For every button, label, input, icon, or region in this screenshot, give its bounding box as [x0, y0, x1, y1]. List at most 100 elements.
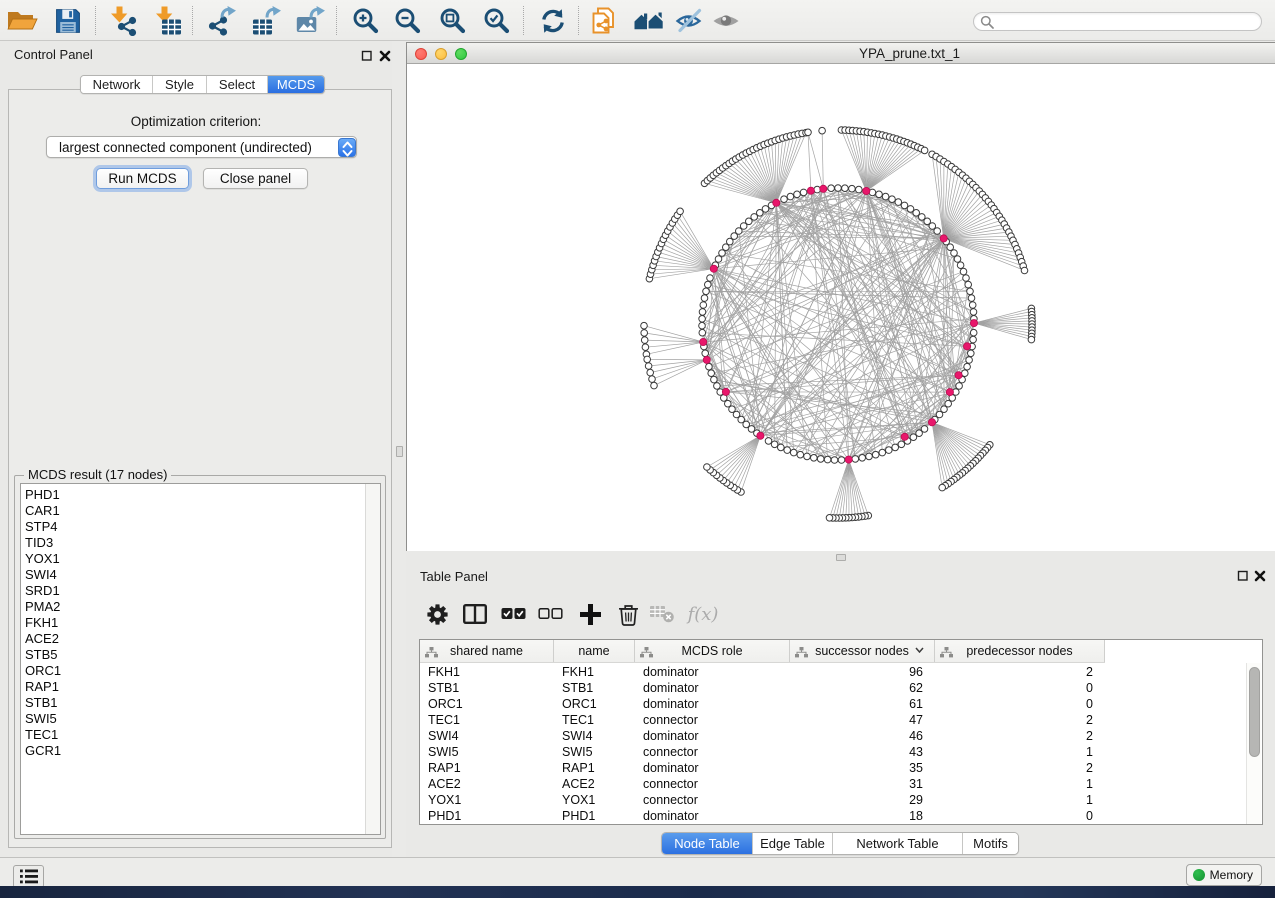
column-header-shared-name[interactable]: shared name [420, 640, 554, 662]
task-history-button[interactable] [13, 865, 44, 888]
zoom-selected-icon [482, 6, 512, 36]
network-view-window: YPA_prune.txt_1 [406, 42, 1275, 551]
deselect-all-rows-button[interactable] [533, 593, 567, 635]
sort-descending-icon [915, 647, 924, 653]
table-row[interactable]: ACE2ACE2connector311 [420, 776, 1262, 792]
mcds-result-node[interactable]: RAP1 [21, 679, 380, 695]
mcds-result-node[interactable]: FKH1 [21, 615, 380, 631]
mcds-result-node[interactable]: TEC1 [21, 727, 380, 743]
control-tab-select[interactable]: Select [207, 76, 268, 93]
table-row[interactable]: PHD1PHD1dominator180 [420, 808, 1262, 824]
import-network-button[interactable] [104, 3, 140, 38]
export-network-button[interactable] [204, 3, 240, 38]
mcds-result-node[interactable]: TID3 [21, 535, 380, 551]
select-all-rows-button[interactable] [496, 593, 530, 635]
table-scrollbar[interactable] [1249, 667, 1260, 757]
mcds-result-node[interactable]: SRD1 [21, 583, 380, 599]
table-row[interactable]: FKH1FKH1dominator962 [420, 664, 1262, 680]
main-toolbar [0, 0, 1275, 41]
toolbar-separator [336, 6, 337, 35]
table-cell: dominator [643, 665, 699, 679]
export-image-button[interactable] [293, 3, 329, 38]
table-cell: 1 [935, 777, 1093, 791]
toolbar-separator [95, 6, 96, 35]
mcds-result-list[interactable]: PHD1CAR1STP4TID3YOX1SWI4SRD1PMA2FKH1ACE2… [20, 483, 381, 835]
column-header-name[interactable]: name [554, 640, 635, 662]
table-cell: 1 [935, 745, 1093, 759]
network-canvas[interactable] [407, 64, 1275, 551]
table-tabs: Node TableEdge TableNetwork TableMotifs [661, 832, 1019, 855]
search-input[interactable] [998, 14, 1261, 29]
mcds-result-node[interactable]: CAR1 [21, 503, 380, 519]
control-panel-title: Control Panel [14, 47, 93, 62]
mcds-result-node[interactable]: ACE2 [21, 631, 380, 647]
table-row[interactable]: TEC1TEC1connector472 [420, 712, 1262, 728]
table-row[interactable]: STB1STB1dominator620 [420, 680, 1262, 696]
control-tab-network[interactable]: Network [81, 76, 153, 93]
save-session-button[interactable] [50, 3, 86, 38]
mcds-result-node[interactable]: ORC1 [21, 663, 380, 679]
create-column-button[interactable] [573, 593, 607, 635]
float-icon[interactable] [1237, 569, 1249, 581]
open-folder-icon [6, 7, 38, 35]
mcds-result-node[interactable]: PMA2 [21, 599, 380, 615]
mcds-result-node[interactable]: PHD1 [21, 487, 380, 503]
run-mcds-button[interactable]: Run MCDS [96, 168, 189, 189]
open-file-button[interactable] [4, 3, 40, 38]
splitter-handle[interactable] [396, 446, 403, 457]
control-tab-style[interactable]: Style [153, 76, 207, 93]
new-network-from-selection-button[interactable] [586, 3, 622, 38]
table-row[interactable]: SWI5SWI5connector431 [420, 744, 1262, 760]
mcds-result-node[interactable]: STB1 [21, 695, 380, 711]
column-header-successor-nodes[interactable]: successor nodes [790, 640, 935, 662]
zoom-fit-button[interactable] [435, 3, 471, 38]
network-window-title: YPA_prune.txt_1 [407, 46, 1275, 61]
mcds-result-node[interactable]: STB5 [21, 647, 380, 663]
mcds-result-node[interactable]: SWI5 [21, 711, 380, 727]
horizontal-splitter[interactable] [406, 551, 1275, 563]
table-tab-network-table[interactable]: Network Table [833, 833, 963, 854]
memory-status-icon [1193, 869, 1205, 881]
zoom-out-button[interactable] [390, 3, 426, 38]
table-settings-button[interactable] [420, 593, 454, 635]
zoom-in-button[interactable] [348, 3, 384, 38]
plus-icon [580, 604, 601, 625]
column-header-predecessor-nodes[interactable]: predecessor nodes [935, 640, 1105, 662]
zoom-fit-icon [438, 6, 468, 36]
zoom-selected-button[interactable] [479, 3, 515, 38]
vertical-splitter[interactable] [392, 41, 406, 857]
optimization-criterion-select[interactable]: largest connected component (undirected) [46, 136, 357, 158]
mcds-result-node[interactable]: SWI4 [21, 567, 380, 583]
mcds-result-node[interactable]: STP4 [21, 519, 380, 535]
table-row[interactable]: SWI4SWI4dominator462 [420, 728, 1262, 744]
memory-button[interactable]: Memory [1186, 864, 1262, 886]
table-tab-edge-table[interactable]: Edge Table [753, 833, 833, 854]
search-field[interactable] [973, 12, 1262, 31]
table-row[interactable]: ORC1ORC1dominator610 [420, 696, 1262, 712]
float-icon[interactable] [361, 49, 373, 61]
delete-columns-button[interactable] [611, 593, 645, 635]
network-window-titlebar[interactable]: YPA_prune.txt_1 [407, 43, 1275, 64]
table-row[interactable]: RAP1RAP1dominator352 [420, 760, 1262, 776]
memory-label: Memory [1210, 868, 1253, 882]
split-table-button[interactable] [458, 593, 492, 635]
node-table: shared namenameMCDS rolesuccessor nodesp… [419, 639, 1263, 825]
hide-selected-button[interactable] [672, 3, 708, 38]
control-tab-mcds[interactable]: MCDS [268, 76, 324, 93]
column-header-MCDS-role[interactable]: MCDS role [635, 640, 790, 662]
close-icon[interactable] [379, 49, 391, 61]
apply-layout-button[interactable] [535, 3, 571, 38]
table-row[interactable]: YOX1YOX1connector291 [420, 792, 1262, 808]
close-icon[interactable] [1254, 569, 1266, 581]
status-bar: Memory [0, 857, 1275, 886]
export-table-button[interactable] [249, 3, 285, 38]
table-tab-motifs[interactable]: Motifs [963, 833, 1018, 854]
close-panel-button[interactable]: Close panel [203, 168, 308, 189]
mcds-list-scrollbar[interactable] [365, 484, 380, 834]
first-neighbors-button[interactable] [632, 3, 668, 38]
import-table-button[interactable] [149, 3, 185, 38]
mcds-result-node[interactable]: GCR1 [21, 743, 380, 759]
splitter-handle[interactable] [836, 554, 846, 561]
mcds-result-node[interactable]: YOX1 [21, 551, 380, 567]
table-tab-node-table[interactable]: Node Table [662, 833, 753, 854]
